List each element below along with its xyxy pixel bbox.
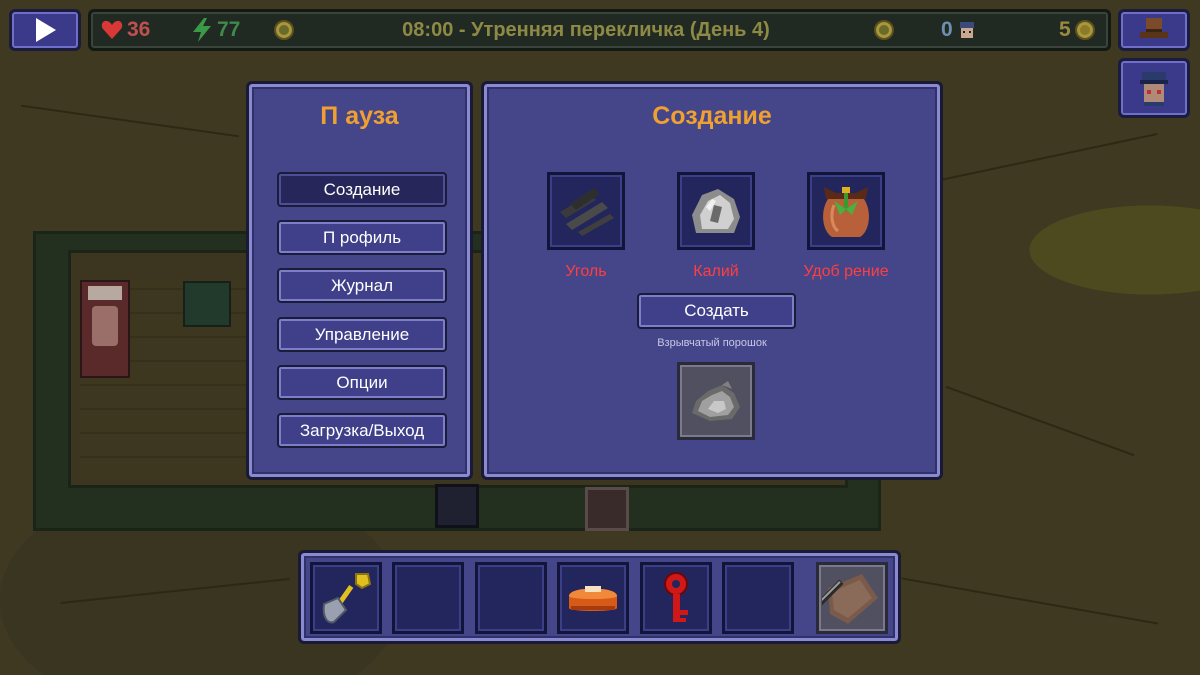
menu-load-exit-button[interactable]: Загрузка/Выход (277, 413, 447, 448)
medal-icon (874, 20, 894, 40)
menu-journal-button[interactable]: Журнал (277, 268, 447, 303)
outfit-button[interactable] (1118, 9, 1190, 51)
guard-portrait-icon (1140, 72, 1168, 106)
crafting-panel: Создание Уголь Калий Удоб рение Создать … (481, 81, 943, 480)
pause-panel: П ауза Создание П рофиль Журнал Управлен… (246, 81, 473, 480)
red-key-icon (664, 572, 688, 622)
heart-icon (101, 20, 123, 39)
character-button[interactable] (1118, 58, 1190, 118)
crafting-title: Создание (652, 102, 772, 130)
status-bar: 36 77 08:00 - Утренняя перекличка (День … (88, 9, 1111, 51)
hat-icon (1140, 18, 1168, 38)
play-icon (36, 18, 56, 42)
ingredient-slot-potassium[interactable] (677, 172, 755, 250)
heat-value: 0 (941, 18, 953, 41)
guard-heat-indicator (274, 12, 294, 48)
cell-door (585, 487, 629, 531)
inventory-bar (298, 550, 901, 644)
inventory-slot[interactable] (310, 562, 382, 634)
coal-icon (560, 188, 614, 236)
health-value: 36 (127, 18, 151, 41)
equipped-weapon-slot[interactable] (816, 562, 888, 634)
guard-head-icon (959, 22, 974, 38)
energy-value: 77 (217, 18, 241, 41)
inventory-slot[interactable] (557, 562, 629, 634)
potassium-icon (692, 189, 740, 233)
medal-icon (274, 20, 294, 40)
result-item-name: Взрывчатый порошок (657, 337, 767, 349)
cell-door (435, 484, 479, 528)
inventory-slot[interactable] (392, 562, 464, 634)
crowbar-icon (822, 574, 878, 624)
inventory-slot[interactable] (722, 562, 794, 634)
bed (80, 280, 130, 378)
cake-icon (569, 586, 617, 611)
ingredient-label-potassium: Калий (693, 263, 739, 280)
menu-crafting-button[interactable]: Создание (277, 172, 447, 207)
heat-indicator-icon-wrap (874, 12, 894, 48)
shovel-icon (322, 573, 372, 624)
pause-title: П ауза (320, 102, 399, 130)
result-slot[interactable] (677, 362, 755, 440)
ingredient-label-coal: Уголь (565, 263, 607, 280)
time-routine-title: 08:00 - Утренняя перекличка (День 4) (402, 18, 770, 41)
menu-options-button[interactable]: Опции (277, 365, 447, 400)
explosive-powder-icon (692, 381, 740, 421)
menu-profile-button[interactable]: П рофиль (277, 220, 447, 255)
health-stat: 36 (101, 12, 150, 48)
coin-icon (1074, 20, 1095, 40)
ingredient-label-fertilizer: Удоб рение (803, 263, 889, 280)
play-button[interactable] (9, 9, 81, 51)
inventory-slot[interactable] (475, 562, 547, 634)
desk (183, 281, 231, 327)
menu-controls-button[interactable]: Управление (277, 317, 447, 352)
energy-stat: 77 (191, 12, 240, 48)
money-stat: 5 (1059, 12, 1095, 48)
heat-stat: 0 (941, 12, 977, 48)
ingredient-slot-coal[interactable] (547, 172, 625, 250)
inventory-slot[interactable] (640, 562, 712, 634)
fertilizer-icon (823, 187, 869, 237)
money-value: 5 (1059, 18, 1071, 41)
create-button[interactable]: Создать (637, 293, 796, 329)
lightning-icon (193, 18, 211, 42)
ingredient-slot-fertilizer[interactable] (807, 172, 885, 250)
